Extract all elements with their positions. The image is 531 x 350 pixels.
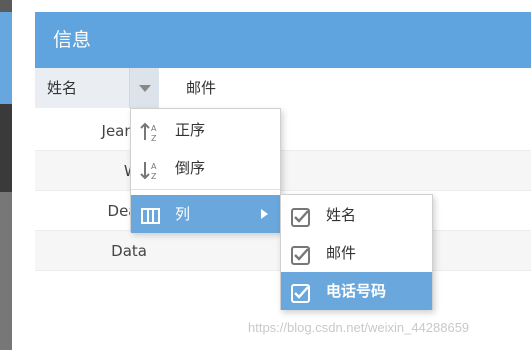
watermark-text: https://blog.csdn.net/weixin_44288659 xyxy=(248,320,470,335)
menu-item-columns[interactable]: 列 xyxy=(131,195,280,233)
chevron-right-icon xyxy=(261,209,268,219)
menu-separator xyxy=(131,189,280,190)
svg-text:Z: Z xyxy=(151,172,157,181)
columns-icon xyxy=(140,203,162,225)
left-strip xyxy=(0,0,12,350)
submenu-item-label: 姓名 xyxy=(326,206,357,224)
sort-ascending-icon: A Z xyxy=(140,119,162,143)
column-header-email[interactable]: 邮件 xyxy=(159,68,531,108)
left-strip-blue xyxy=(0,12,12,104)
menu-item-label: 正序 xyxy=(175,121,206,139)
menu-item-label: 倒序 xyxy=(175,159,206,177)
left-strip-gray xyxy=(0,192,12,350)
chevron-down-icon xyxy=(139,85,151,92)
panel-title: 信息 xyxy=(35,12,531,68)
column-menu: A Z 正序 A Z 倒序 列 xyxy=(130,108,281,233)
left-strip-dark xyxy=(0,104,12,192)
checkbox-checked-icon[interactable] xyxy=(291,280,311,303)
cell-name: Data xyxy=(111,242,147,260)
menu-item-sort-asc[interactable]: A Z 正序 xyxy=(131,111,280,149)
column-header-row: 姓名 邮件 xyxy=(35,68,531,108)
sort-descending-icon: A Z xyxy=(140,157,162,181)
submenu-item-label: 邮件 xyxy=(326,244,357,262)
svg-text:Z: Z xyxy=(151,134,157,143)
table-row[interactable]: Jean L xyxy=(35,111,531,151)
column-menu-button[interactable] xyxy=(129,68,159,108)
submenu-item-name[interactable]: 姓名 xyxy=(281,196,432,234)
columns-submenu: 姓名 邮件 电话号码 xyxy=(280,194,433,310)
checkbox-checked-icon[interactable] xyxy=(291,242,311,265)
checkbox-checked-icon[interactable] xyxy=(291,204,311,227)
menu-item-sort-desc[interactable]: A Z 倒序 xyxy=(131,149,280,187)
svg-text:A: A xyxy=(151,124,157,133)
submenu-item-label: 电话号码 xyxy=(326,282,387,300)
menu-item-label: 列 xyxy=(175,205,191,223)
table-row[interactable]: Wo xyxy=(35,151,531,191)
svg-text:A: A xyxy=(151,162,157,171)
submenu-item-email[interactable]: 邮件 xyxy=(281,234,432,272)
column-header-name[interactable]: 姓名 xyxy=(35,68,129,108)
submenu-item-phone[interactable]: 电话号码 xyxy=(281,272,432,310)
